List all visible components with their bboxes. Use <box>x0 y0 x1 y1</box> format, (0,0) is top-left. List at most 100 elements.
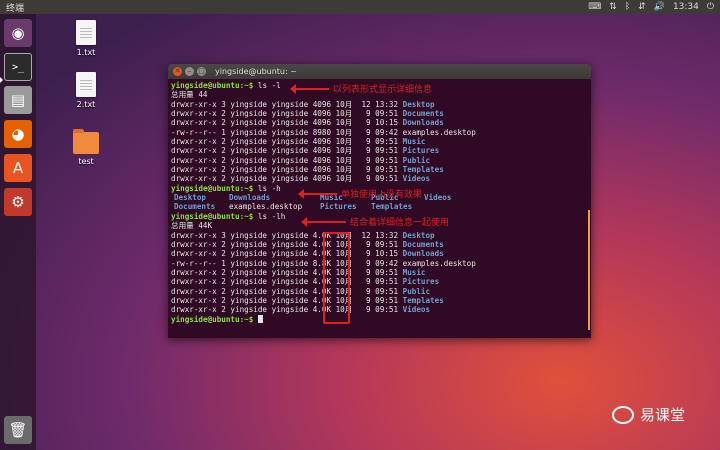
directory-name: Videos <box>402 174 431 184</box>
terminal-line: drwxr-xr-x 2 yingside yingside 4.0K 10月 … <box>171 277 588 286</box>
annotation-ls-h: 单独使用-h没有效果 <box>298 187 422 200</box>
directory-name: Templates <box>402 165 444 175</box>
output-text: drwxr-xr-x 2 yingside yingside 4.0K 10月 … <box>171 239 403 249</box>
files-icon[interactable]: ▤ <box>4 86 32 114</box>
network-icon[interactable]: ⇵ <box>638 0 646 14</box>
directory-name: Videos <box>402 305 431 315</box>
output-text: drwxr-xr-x 2 yingside yingside 4.0K 10月 … <box>171 277 403 287</box>
size-highlight-box <box>323 232 350 324</box>
ubuntu-logo[interactable]: ◉ <box>4 19 32 47</box>
output-text: drwxr-xr-x 2 yingside yingside 4.0K 10月 … <box>171 286 403 296</box>
terminal-icon[interactable]: >_ <box>4 53 32 81</box>
maximize-button[interactable]: □ <box>197 67 206 76</box>
clock[interactable]: 13:34 <box>673 0 699 14</box>
directory-name: Music <box>402 267 426 277</box>
minimize-button[interactable]: – <box>185 67 194 76</box>
ls-entry: Templates <box>371 202 413 212</box>
directory-name: Desktop <box>402 230 435 240</box>
desktop-icon-label: 2.txt <box>76 100 96 109</box>
directory-name: Music <box>402 137 426 147</box>
terminal-line: drwxr-xr-x 2 yingside yingside 4096 10月 … <box>171 174 588 183</box>
red-arrow-icon <box>301 216 346 227</box>
terminal-titlebar[interactable]: ✕ – □ yingside@ubuntu: ~ <box>168 64 591 79</box>
directory-name: Templates <box>402 295 444 305</box>
file-icon <box>76 20 96 45</box>
annotation-ls-l: 以列表形式显示详细信息 <box>290 82 433 95</box>
terminal-line: drwxr-xr-x 2 yingside yingside 4.0K 10月 … <box>171 240 588 249</box>
desktop-file-1[interactable]: 1.txt <box>66 20 106 57</box>
watermark: 易课堂 <box>612 404 685 425</box>
system-tray: ⌨ ⇅ ᛒ ⇵ 🔊 13:34 ⏻ <box>588 0 714 14</box>
output-text: drwxr-xr-x 2 yingside yingside 4096 10月 … <box>171 165 403 175</box>
bluetooth-icon[interactable]: ᛒ <box>625 0 630 14</box>
shell-prompt: yingside@ubuntu:~$ <box>171 81 254 90</box>
directory-name: Desktop <box>402 99 435 109</box>
terminal-line: drwxr-xr-x 2 yingside yingside 4096 10月 … <box>171 156 588 165</box>
text-cursor <box>257 314 263 323</box>
trash-icon[interactable]: 🗑 <box>4 416 32 444</box>
volume-icon[interactable]: 🔊 <box>654 0 665 14</box>
ls-row: Documents examples.desktop Pictures Templat… <box>171 202 588 211</box>
watermark-text: 易课堂 <box>640 406 686 424</box>
terminal-window[interactable]: ✕ – □ yingside@ubuntu: ~ yingside@ubuntu… <box>168 64 591 338</box>
terminal-line: drwxr-xr-x 3 yingside yingside 4096 10月 … <box>171 100 588 109</box>
output-text: drwxr-xr-x 2 yingside yingside 4.0K 10月 … <box>171 305 403 315</box>
settings-icon[interactable]: ⚙ <box>4 188 32 216</box>
annotation-ls-lh: 结合着详细信息一起使用 <box>301 215 449 228</box>
directory-name: Public <box>402 286 431 296</box>
active-indicator <box>0 77 3 83</box>
firefox-icon[interactable]: ◕ <box>4 120 32 148</box>
output-text: drwxr-xr-x 2 yingside yingside 4.0K 10月 … <box>171 249 403 259</box>
red-arrow-icon <box>290 83 329 94</box>
terminal-line: drwxr-xr-x 2 yingside yingside 4096 10月 … <box>171 165 588 174</box>
output-text: drwxr-xr-x 2 yingside yingside 4096 10月 … <box>171 118 403 128</box>
output-text: drwxr-xr-x 2 yingside yingside 4096 10月 … <box>171 174 403 184</box>
output-text: drwxr-xr-x 2 yingside yingside 4096 10月 … <box>171 109 403 119</box>
desktop-icon-label: test <box>78 157 94 166</box>
terminal-line: drwxr-xr-x 2 yingside yingside 4.0K 10月 … <box>171 305 588 314</box>
wechat-logo-icon <box>612 405 634 424</box>
file-icon <box>76 72 96 97</box>
terminal-line: drwxr-xr-x 2 yingside yingside 4.0K 10月 … <box>171 249 588 258</box>
ls-entry: Pictures <box>320 202 357 212</box>
folder-icon <box>73 129 99 154</box>
output-text: 总用量 44 <box>171 90 208 100</box>
terminal-line: drwxr-xr-x 2 yingside yingside 4.0K 10月 … <box>171 287 588 296</box>
ls-entry: examples.desktop <box>229 202 303 212</box>
software-center-icon[interactable]: A <box>4 154 32 182</box>
shell-prompt: yingside@ubuntu:~$ <box>171 211 254 221</box>
top-panel: 终端 ⌨ ⇅ ᛒ ⇵ 🔊 13:34 ⏻ <box>0 0 720 14</box>
terminal-line: -rw-r--r-- 1 yingside yingside 8980 10月 … <box>171 128 588 137</box>
directory-name: Public <box>402 155 431 165</box>
output-text: drwxr-xr-x 2 yingside yingside 4096 10月 … <box>171 155 403 165</box>
output-text: -rw-r--r-- 1 yingside yingside 8980 10月 … <box>171 127 476 137</box>
terminal-line: drwxr-xr-x 2 yingside yingside 4096 10月 … <box>171 109 588 118</box>
output-text: drwxr-xr-x 3 yingside yingside 4096 10月 … <box>171 99 403 109</box>
terminal-line: drwxr-xr-x 2 yingside yingside 4096 10月 … <box>171 137 588 146</box>
desktop-file-2[interactable]: 2.txt <box>66 72 106 109</box>
shell-command: ls -l <box>253 81 281 90</box>
directory-name: Downloads <box>402 118 444 128</box>
annotation-text: 以列表形式显示详细信息 <box>333 85 433 95</box>
output-text: drwxr-xr-x 3 yingside yingside 4.0K 10月 … <box>171 230 403 240</box>
output-text: drwxr-xr-x 2 yingside yingside 4096 10月 … <box>171 146 403 156</box>
annotation-text: 单独使用-h没有效果 <box>341 190 422 200</box>
terminal-title: yingside@ubuntu: ~ <box>215 67 297 76</box>
sort-icon[interactable]: ⇅ <box>609 0 617 14</box>
launcher: ◉ >_ ▤ ◕ A ⚙ 🗑 <box>0 14 36 450</box>
shell-prompt: yingside@ubuntu:~$ <box>171 314 254 324</box>
terminal-line: drwxr-xr-x 2 yingside yingside 4096 10月 … <box>171 118 588 127</box>
shell-command: ls -h <box>253 183 281 193</box>
power-icon[interactable]: ⏻ <box>707 0 714 14</box>
terminal-scrollbar[interactable] <box>588 210 590 330</box>
directory-name: Downloads <box>402 249 444 259</box>
active-app-title: 终端 <box>6 3 25 14</box>
red-arrow-icon <box>298 188 337 199</box>
keyboard-icon[interactable]: ⌨ <box>588 0 601 14</box>
close-button[interactable]: ✕ <box>173 67 182 76</box>
terminal-output[interactable]: yingside@ubuntu:~$ ls -l 总用量 44 drwxr-xr-x… <box>168 79 591 326</box>
desktop-folder-test[interactable]: test <box>66 129 106 166</box>
shell-prompt: yingside@ubuntu:~$ <box>171 183 254 193</box>
terminal-line: drwxr-xr-x 2 yingside yingside 4.0K 10月 … <box>171 268 588 277</box>
output-text: drwxr-xr-x 2 yingside yingside 4.0K 10月 … <box>171 295 403 305</box>
